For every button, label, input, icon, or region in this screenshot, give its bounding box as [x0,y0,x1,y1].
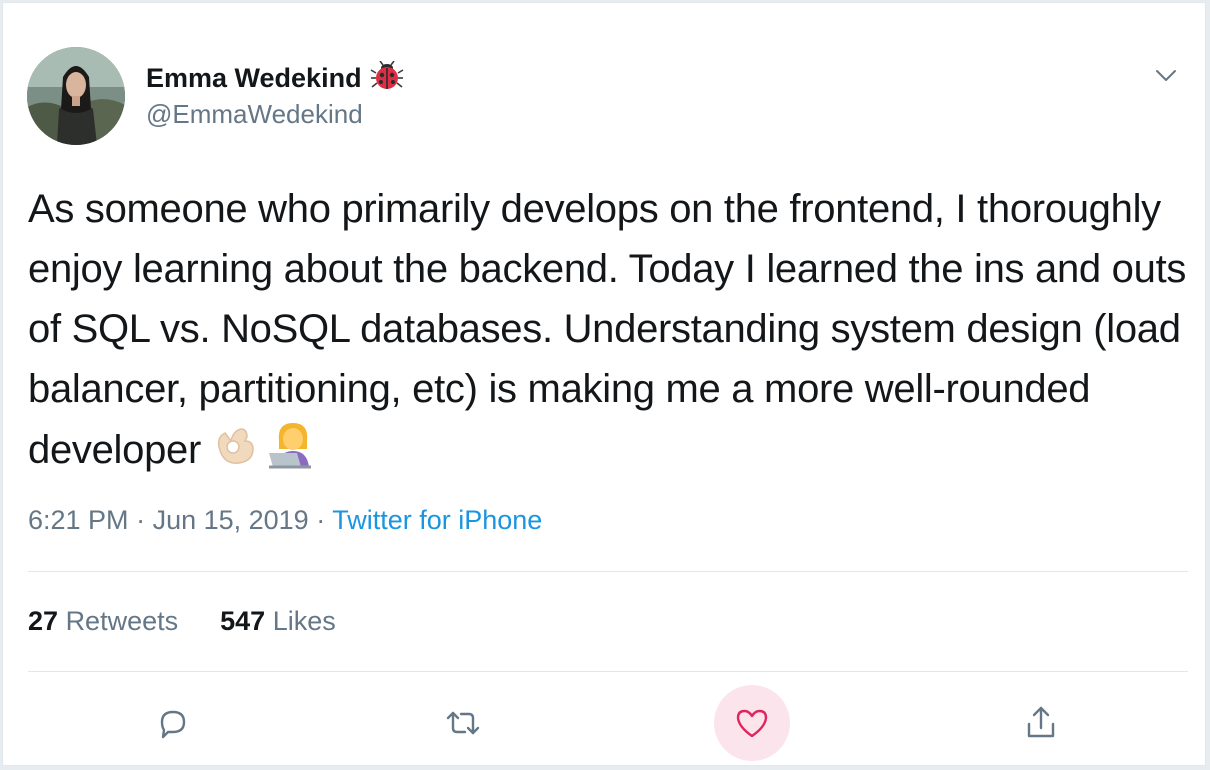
ok-hand-icon [209,419,259,486]
reply-icon [160,710,186,739]
tweet-card: Emma Wedekind @EmmaWedekind As someone w… [2,2,1206,766]
avatar-image [27,47,125,145]
share-button[interactable] [1003,685,1079,761]
likes-count: 547 [220,606,266,636]
likes-label: Likes [272,606,336,636]
avatar[interactable] [27,47,125,145]
author-name-row: Emma Wedekind [146,60,404,96]
retweet-icon [446,711,480,735]
reply-button[interactable] [135,685,211,761]
meta-separator-2: · [308,505,333,535]
tweet-time[interactable]: 6:21 PM [28,505,129,535]
tweet-source-link[interactable]: Twitter for iPhone [332,505,542,535]
ladybug-icon [370,60,404,96]
chevron-down-icon[interactable] [1151,61,1181,91]
author-handle[interactable]: @EmmaWedekind [146,99,363,130]
like-button[interactable] [714,685,790,761]
author-display-name[interactable]: Emma Wedekind [146,63,362,94]
retweets-label: Retweets [65,606,179,636]
likes-stat[interactable]: 547 Likes [220,606,336,637]
tweet-stats: 27 Retweets 547 Likes [28,606,336,637]
tweet-body: As someone who primarily develops on the… [28,187,1187,473]
divider [28,671,1188,672]
retweet-button[interactable] [425,685,501,761]
tweet-meta: 6:21 PM · Jun 15, 2019 · Twitter for iPh… [28,505,542,536]
divider [28,571,1188,572]
share-icon [1027,706,1055,738]
like-icon [736,709,768,738]
woman-technologist-icon [267,419,323,486]
retweets-stat[interactable]: 27 Retweets [28,606,178,637]
meta-separator: · [128,505,153,535]
retweets-count: 27 [28,606,59,636]
tweet-date[interactable]: Jun 15, 2019 [153,505,309,535]
tweet-text: As someone who primarily develops on the… [28,179,1188,486]
